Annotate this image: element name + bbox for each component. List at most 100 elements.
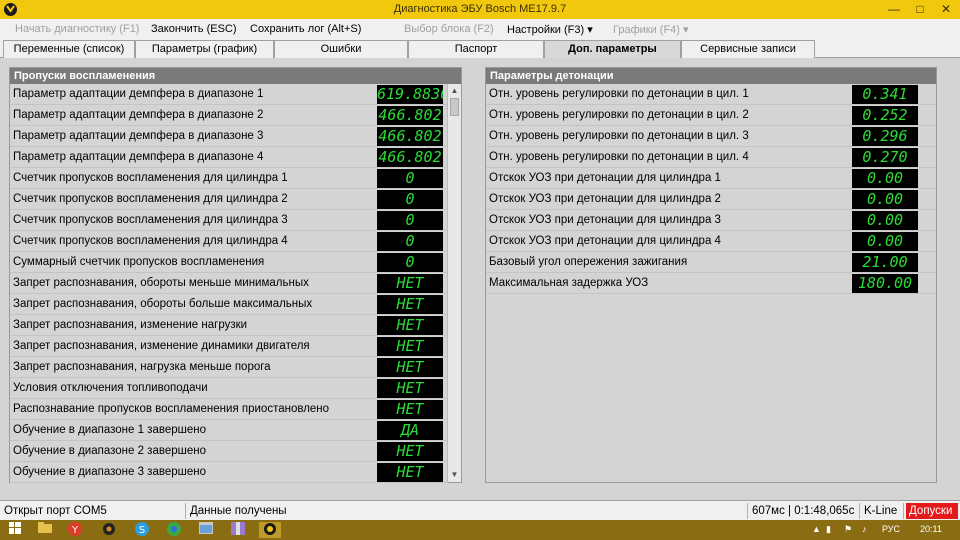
tab-parameters-graph[interactable]: Параметры (график) bbox=[135, 40, 274, 58]
scroll-up-arrow-icon[interactable]: ▲ bbox=[448, 84, 461, 98]
knock-value-display: 0.296 bbox=[852, 127, 918, 146]
language-indicator[interactable]: РУС bbox=[882, 524, 900, 534]
knock-row: Отскок УОЗ при детонации для цилиндра 3 0… bbox=[486, 210, 936, 231]
menu-start-diagnostics[interactable]: Начать диагностику (F1) bbox=[15, 23, 139, 35]
misfire-value-display: 0 bbox=[377, 211, 443, 230]
tray-arrow-icon[interactable]: ▲ bbox=[812, 524, 821, 534]
misfire-row: Счетчик пропусков воспламенения для цили… bbox=[10, 168, 448, 189]
main-content: Пропуски воспламенения Параметр адаптаци… bbox=[0, 58, 960, 500]
misfire-value-display: НЕТ bbox=[377, 463, 443, 482]
misfire-value-display: ДА bbox=[377, 421, 443, 440]
file-explorer-icon[interactable] bbox=[34, 522, 56, 538]
misfire-value-display: НЕТ bbox=[377, 295, 443, 314]
misfire-label: Обучение в диапазоне 3 завершено bbox=[13, 466, 206, 478]
knock-label: Отскок УОЗ при детонации для цилиндра 1 bbox=[489, 172, 721, 184]
chrome-icon[interactable] bbox=[163, 522, 185, 538]
menu-bar: Начать диагностику (F1) Закончить (ESC) … bbox=[0, 19, 960, 39]
diagnostic-app-taskbar-icon[interactable] bbox=[259, 522, 281, 538]
status-timing: 607мс | 0:1:48,065с bbox=[748, 503, 860, 519]
tab-variables-list[interactable]: Переменные (список) bbox=[3, 40, 135, 58]
misfire-row: Обучение в диапазоне 3 завершено НЕТ bbox=[10, 462, 448, 483]
knock-row: Отскок УОЗ при детонации для цилиндра 2 0… bbox=[486, 189, 936, 210]
misfire-row: Счетчик пропусков воспламенения для цили… bbox=[10, 210, 448, 231]
knock-row: Отн. уровень регулировки по детонации в … bbox=[486, 126, 936, 147]
knock-value-display: 0.00 bbox=[852, 169, 918, 188]
knock-row: Отн. уровень регулировки по детонации в … bbox=[486, 105, 936, 126]
knock-value-display: 0.00 bbox=[852, 232, 918, 251]
misfire-value-display: 0 bbox=[377, 253, 443, 272]
knock-label: Отн. уровень регулировки по детонации в … bbox=[489, 109, 749, 121]
misfire-value-display: НЕТ bbox=[377, 274, 443, 293]
skype-icon[interactable]: S bbox=[131, 522, 153, 538]
scroll-down-arrow-icon[interactable]: ▼ bbox=[448, 468, 461, 482]
status-badge: Допуски bbox=[906, 503, 958, 519]
misfire-label: Суммарный счетчик пропусков воспламенени… bbox=[13, 256, 265, 268]
knock-label: Отн. уровень регулировки по детонации в … bbox=[489, 130, 749, 142]
tab-passport[interactable]: Паспорт bbox=[408, 40, 544, 58]
menu-select-unit[interactable]: Выбор блока (F2) bbox=[404, 23, 494, 35]
minimize-button[interactable]: — bbox=[880, 0, 908, 19]
close-button[interactable]: ✕ bbox=[932, 0, 960, 19]
menu-finish[interactable]: Закончить (ESC) bbox=[151, 23, 237, 35]
misfire-row: Счетчик пропусков воспламенения для цили… bbox=[10, 231, 448, 252]
misfire-value-display: 0 bbox=[377, 169, 443, 188]
knock-value-display: 0.00 bbox=[852, 211, 918, 230]
tray-flag-icon[interactable]: ⚑ bbox=[844, 524, 852, 535]
misfire-value-display: НЕТ bbox=[377, 358, 443, 377]
misfire-scrollbar[interactable]: ▲ ▼ bbox=[447, 84, 461, 482]
tray-network-icon[interactable]: ▮ bbox=[826, 524, 831, 535]
media-player-icon[interactable] bbox=[98, 522, 120, 538]
tray-volume-icon[interactable]: ♪ bbox=[862, 524, 867, 534]
misfire-label: Параметр адаптации демпфера в диапазоне … bbox=[13, 109, 264, 121]
tab-errors[interactable]: Ошибки bbox=[274, 40, 408, 58]
misfire-label: Параметр адаптации демпфера в диапазоне … bbox=[13, 151, 264, 163]
knock-row: Отн. уровень регулировки по детонации в … bbox=[486, 84, 936, 105]
maximize-button[interactable]: □ bbox=[906, 0, 934, 19]
misfire-row: Запрет распознавания, обороты меньше мин… bbox=[10, 273, 448, 294]
misfire-row: Суммарный счетчик пропусков воспламенени… bbox=[10, 252, 448, 273]
tab-strip: Переменные (список) Параметры (график) О… bbox=[0, 39, 960, 58]
misfire-row: Обучение в диапазоне 2 завершено НЕТ bbox=[10, 441, 448, 462]
misfire-label: Запрет распознавания, изменение нагрузки bbox=[13, 319, 248, 331]
misfire-value-display: НЕТ bbox=[377, 400, 443, 419]
status-bar: Открыт порт COM5 Данные получены 607мс |… bbox=[0, 500, 960, 520]
knock-label: Отн. уровень регулировки по детонации в … bbox=[489, 151, 749, 163]
misfire-row: Условия отключения топливоподачи НЕТ bbox=[10, 378, 448, 399]
yandex-browser-icon[interactable]: Y bbox=[64, 522, 86, 538]
knock-label: Отскок УОЗ при детонации для цилиндра 3 bbox=[489, 214, 721, 226]
knock-row: Максимальная задержка УОЗ 180.00 bbox=[486, 273, 936, 294]
knock-value-display: 0.00 bbox=[852, 190, 918, 209]
archive-icon[interactable] bbox=[227, 522, 249, 538]
misfire-row: Параметр адаптации демпфера в диапазоне … bbox=[10, 105, 448, 126]
misfire-value-display: 619.8836 bbox=[377, 85, 443, 104]
clock[interactable]: 20:11 bbox=[920, 524, 942, 534]
misfire-label: Распознавание пропусков воспламенения пр… bbox=[13, 403, 330, 415]
svg-text:S: S bbox=[139, 525, 145, 536]
knock-label: Отскок УОЗ при детонации для цилиндра 4 bbox=[489, 235, 721, 247]
knock-row: Отскок УОЗ при детонации для цилиндра 4 0… bbox=[486, 231, 936, 252]
misfire-label: Параметр адаптации демпфера в диапазоне … bbox=[13, 88, 264, 100]
tab-service-records[interactable]: Сервисные записи bbox=[681, 40, 815, 58]
menu-settings[interactable]: Настройки (F3) ▾ bbox=[507, 23, 593, 36]
status-port: Открыт порт COM5 bbox=[0, 503, 186, 519]
scroll-thumb[interactable] bbox=[450, 98, 459, 116]
misfire-label: Счетчик пропусков воспламенения для цили… bbox=[13, 214, 288, 226]
status-protocol: K-Line bbox=[860, 503, 904, 519]
knock-panel-title: Параметры детонации bbox=[486, 68, 936, 84]
menu-save-log[interactable]: Сохранить лог (Alt+S) bbox=[250, 23, 361, 35]
misfire-label: Обучение в диапазоне 2 завершено bbox=[13, 445, 206, 457]
misfire-row: Запрет распознавания, нагрузка меньше по… bbox=[10, 357, 448, 378]
misfire-label: Запрет распознавания, обороты больше мак… bbox=[13, 298, 313, 310]
knock-row: Отн. уровень регулировки по детонации в … bbox=[486, 147, 936, 168]
app-window-icon[interactable] bbox=[195, 522, 217, 538]
misfire-row: Параметр адаптации демпфера в диапазоне … bbox=[10, 84, 448, 105]
menu-graphs[interactable]: Графики (F4) ▾ bbox=[613, 23, 689, 36]
misfire-value-display: НЕТ bbox=[377, 337, 443, 356]
misfire-value-display: 0 bbox=[377, 190, 443, 209]
windows-logo-icon[interactable] bbox=[4, 522, 26, 538]
misfire-label: Обучение в диапазоне 1 завершено bbox=[13, 424, 206, 436]
tab-extra-parameters[interactable]: Доп. параметры bbox=[544, 40, 681, 58]
status-data: Данные получены bbox=[186, 503, 748, 519]
misfire-label: Счетчик пропусков воспламенения для цили… bbox=[13, 235, 288, 247]
knock-value-display: 21.00 bbox=[852, 253, 918, 272]
